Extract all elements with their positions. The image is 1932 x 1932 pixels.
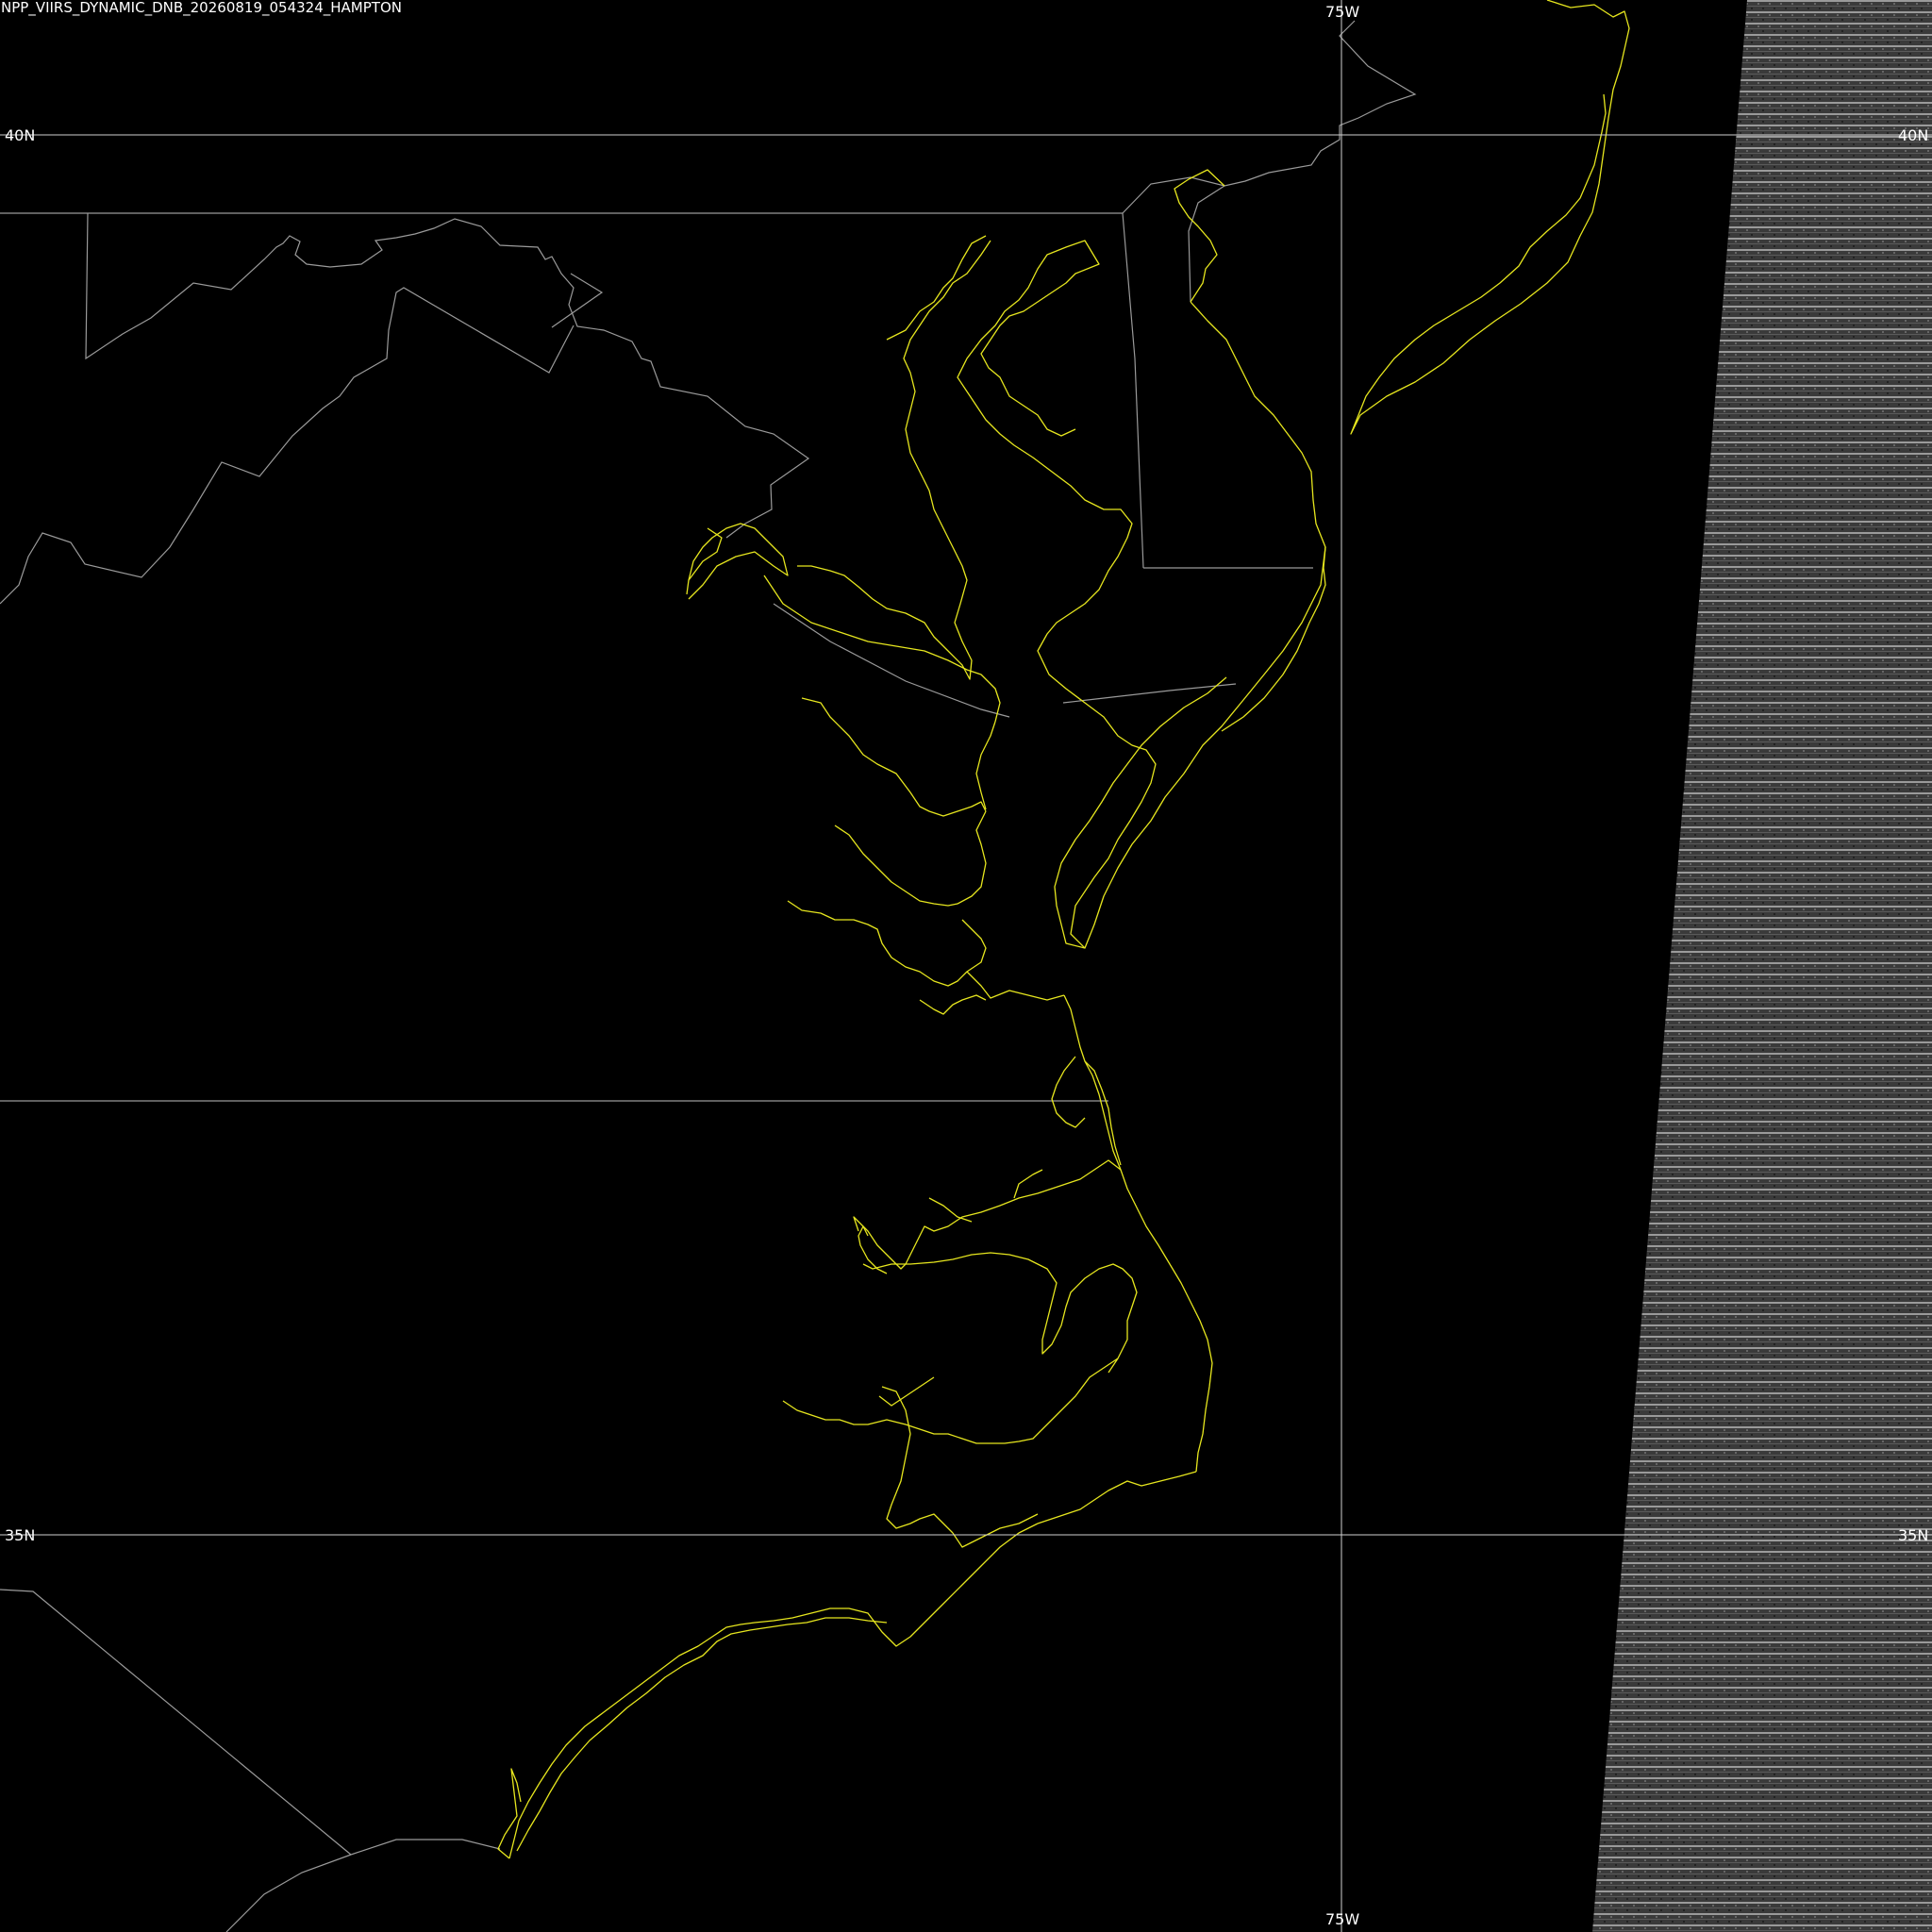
lon-75-bottom-label: 75W: [1325, 1910, 1359, 1928]
lat-40-left-label: 40N: [5, 126, 35, 144]
lat-35-right-label: 35N: [1898, 1526, 1928, 1544]
satellite-map: NPP_VIIRS_DYNAMIC_DNB_20260819_054324_HA…: [0, 0, 1932, 1932]
lat-35-left-label: 35N: [5, 1526, 35, 1544]
lat-40-right-label: 40N: [1898, 126, 1928, 144]
image-title: NPP_VIIRS_DYNAMIC_DNB_20260819_054324_HA…: [1, 0, 402, 17]
lon-75-top-label: 75W: [1325, 3, 1359, 21]
